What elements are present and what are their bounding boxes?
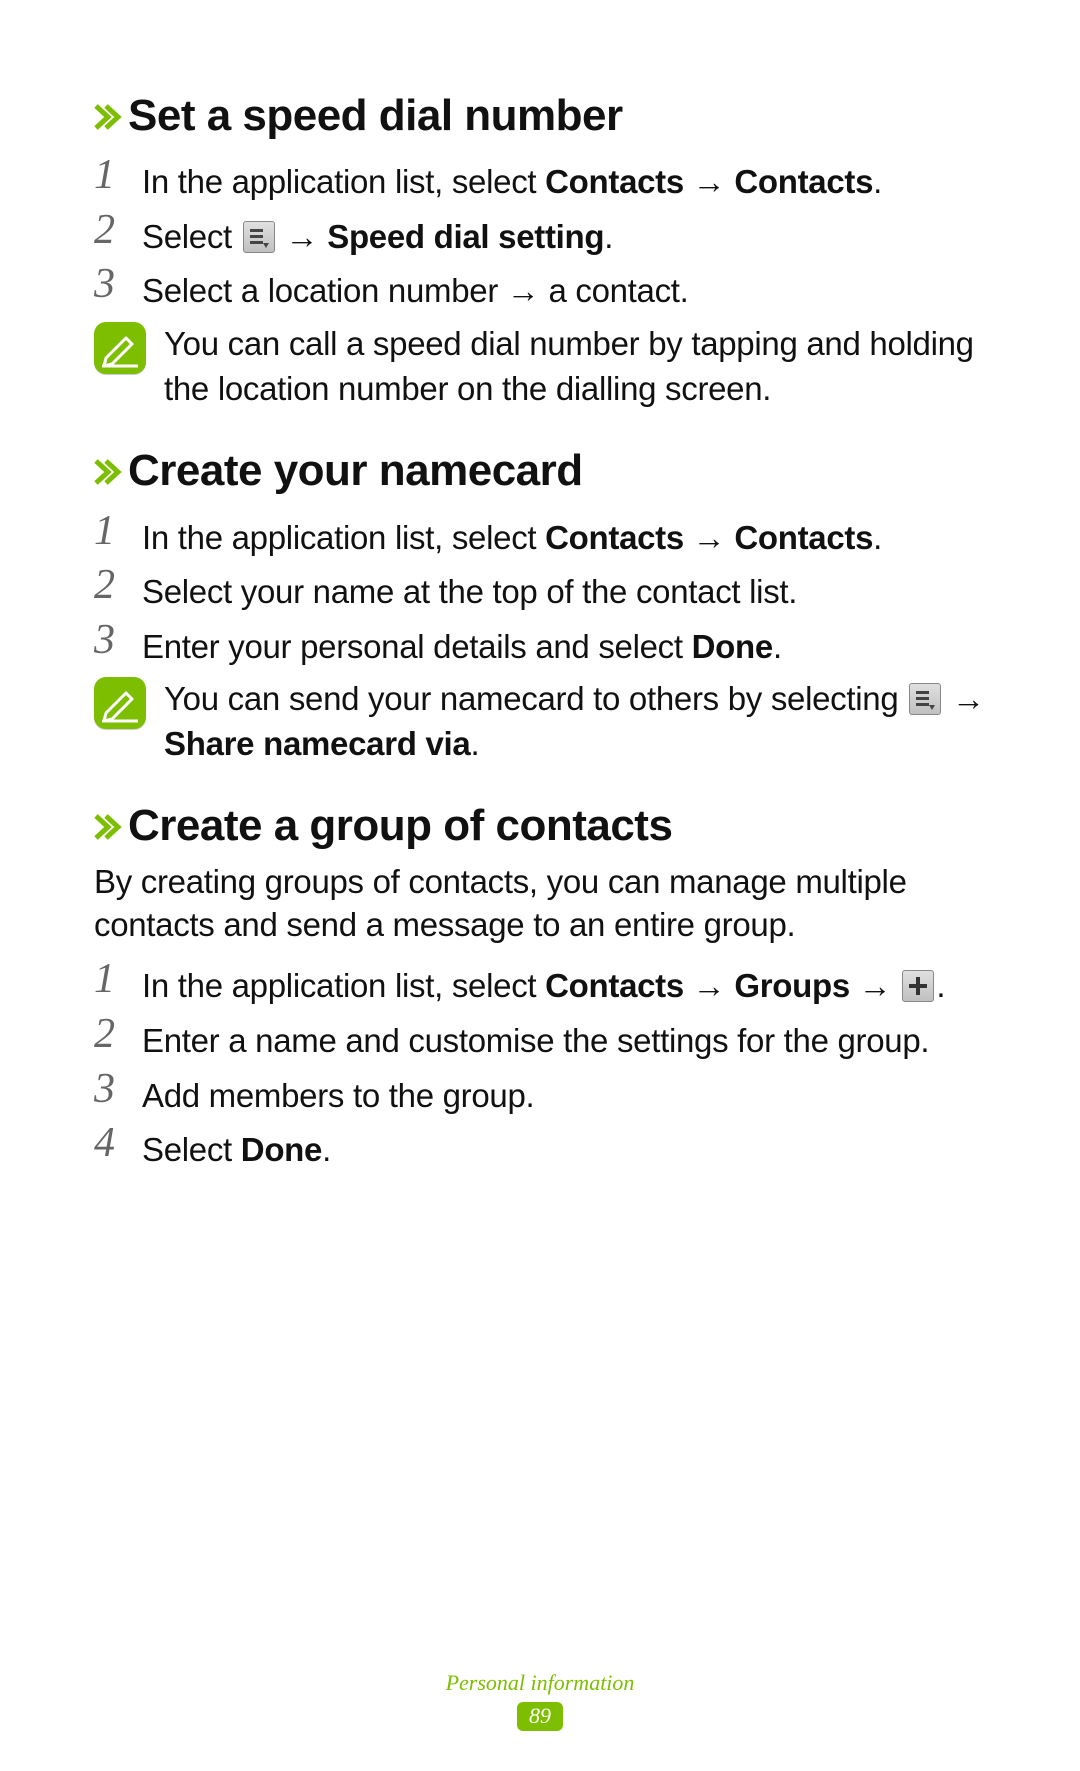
text: In the application list, select xyxy=(142,967,545,1004)
text: . xyxy=(604,218,613,255)
note-icon xyxy=(94,322,146,374)
section-heading: Set a speed dial number xyxy=(94,92,995,140)
bold-text: Share namecard via xyxy=(164,725,470,762)
step-item: 2 Select your name at the top of the con… xyxy=(94,560,995,615)
step-item: 1 In the application list, select Contac… xyxy=(94,150,995,205)
step-text: In the application list, select Contacts… xyxy=(142,158,995,205)
arrow-text: → xyxy=(850,967,900,1004)
double-chevron-icon xyxy=(94,803,122,851)
bold-text: Contacts xyxy=(734,519,873,556)
arrow-text: → xyxy=(277,218,327,255)
step-number: 2 xyxy=(94,1013,142,1055)
text: . xyxy=(470,725,479,762)
text: Select xyxy=(142,1131,241,1168)
note-callout: You can send your namecard to others by … xyxy=(94,677,995,766)
step-text: In the application list, select Contacts… xyxy=(142,962,995,1009)
step-number: 3 xyxy=(94,1068,142,1110)
step-text: Add members to the group. xyxy=(142,1072,995,1119)
step-number: 3 xyxy=(94,263,142,305)
step-text: Select a location number → a contact. xyxy=(142,267,995,314)
note-icon xyxy=(94,677,146,729)
bold-text: Contacts xyxy=(545,519,684,556)
page-content: Set a speed dial number 1 In the applica… xyxy=(0,0,1080,1173)
bold-text: Contacts xyxy=(545,967,684,1004)
text: . xyxy=(936,967,945,1004)
step-item: 2 Enter a name and customise the setting… xyxy=(94,1009,995,1064)
bold-text: Done xyxy=(241,1131,322,1168)
double-chevron-icon xyxy=(94,448,122,496)
step-number: 1 xyxy=(94,958,142,1000)
page-footer: Personal information 89 xyxy=(0,1670,1080,1731)
bold-text: Contacts xyxy=(734,163,873,200)
menu-icon xyxy=(243,221,275,253)
heading-text: Create your namecard xyxy=(128,446,583,495)
step-text: Select Done. xyxy=(142,1126,995,1173)
text: Select xyxy=(142,218,241,255)
text: . xyxy=(322,1131,331,1168)
menu-icon xyxy=(909,683,941,715)
step-number: 2 xyxy=(94,209,142,251)
text: . xyxy=(873,163,882,200)
step-item: 2 Select → Speed dial setting. xyxy=(94,205,995,260)
step-text: Enter your personal details and select D… xyxy=(142,623,995,670)
bold-text: Contacts xyxy=(545,163,684,200)
bold-text: Groups xyxy=(734,967,850,1004)
step-item: 3 Enter your personal details and select… xyxy=(94,615,995,670)
double-chevron-icon xyxy=(94,93,122,141)
step-text: In the application list, select Contacts… xyxy=(142,514,995,561)
arrow-text: → xyxy=(684,967,734,1004)
text: In the application list, select xyxy=(142,519,545,556)
bold-text: Speed dial setting xyxy=(327,218,604,255)
arrow-text: → xyxy=(684,163,734,200)
section-group-contacts: Create a group of contacts By creating g… xyxy=(94,802,995,1172)
step-text: Select → Speed dial setting. xyxy=(142,213,995,260)
step-number: 1 xyxy=(94,510,142,552)
section-heading: Create your namecard xyxy=(94,447,995,495)
steps-list: 1 In the application list, select Contac… xyxy=(94,150,995,314)
step-number: 1 xyxy=(94,154,142,196)
arrow-text: → xyxy=(684,519,734,556)
bold-text: Done xyxy=(692,628,773,665)
step-item: 1 In the application list, select Contac… xyxy=(94,506,995,561)
step-number: 2 xyxy=(94,564,142,606)
step-item: 4 Select Done. xyxy=(94,1118,995,1173)
note-text: You can send your namecard to others by … xyxy=(164,677,995,766)
step-number: 3 xyxy=(94,619,142,661)
section-heading: Create a group of contacts xyxy=(94,802,995,850)
step-number: 4 xyxy=(94,1122,142,1164)
step-item: 3 Add members to the group. xyxy=(94,1064,995,1119)
text: Enter your personal details and select xyxy=(142,628,692,665)
section-intro: By creating groups of contacts, you can … xyxy=(94,861,995,947)
steps-list: 1 In the application list, select Contac… xyxy=(94,506,995,670)
heading-text: Set a speed dial number xyxy=(128,91,623,140)
note-text: You can call a speed dial number by tapp… xyxy=(164,322,995,411)
heading-text: Create a group of contacts xyxy=(128,801,672,850)
step-text: Enter a name and customise the settings … xyxy=(142,1017,995,1064)
text: You can send your namecard to others by … xyxy=(164,680,907,717)
note-callout: You can call a speed dial number by tapp… xyxy=(94,322,995,411)
step-item: 3 Select a location number → a contact. xyxy=(94,259,995,314)
text: . xyxy=(773,628,782,665)
step-text: Select your name at the top of the conta… xyxy=(142,568,995,615)
steps-list: 1 In the application list, select Contac… xyxy=(94,954,995,1172)
text: In the application list, select xyxy=(142,163,545,200)
section-namecard: Create your namecard 1 In the applicatio… xyxy=(94,447,995,766)
text: . xyxy=(873,519,882,556)
section-speed-dial: Set a speed dial number 1 In the applica… xyxy=(94,92,995,411)
page-number: 89 xyxy=(517,1702,563,1731)
document-page: Set a speed dial number 1 In the applica… xyxy=(0,0,1080,1771)
arrow-text: → xyxy=(943,680,985,717)
footer-chapter: Personal information xyxy=(0,1670,1080,1696)
plus-icon xyxy=(902,970,934,1002)
step-item: 1 In the application list, select Contac… xyxy=(94,954,995,1009)
